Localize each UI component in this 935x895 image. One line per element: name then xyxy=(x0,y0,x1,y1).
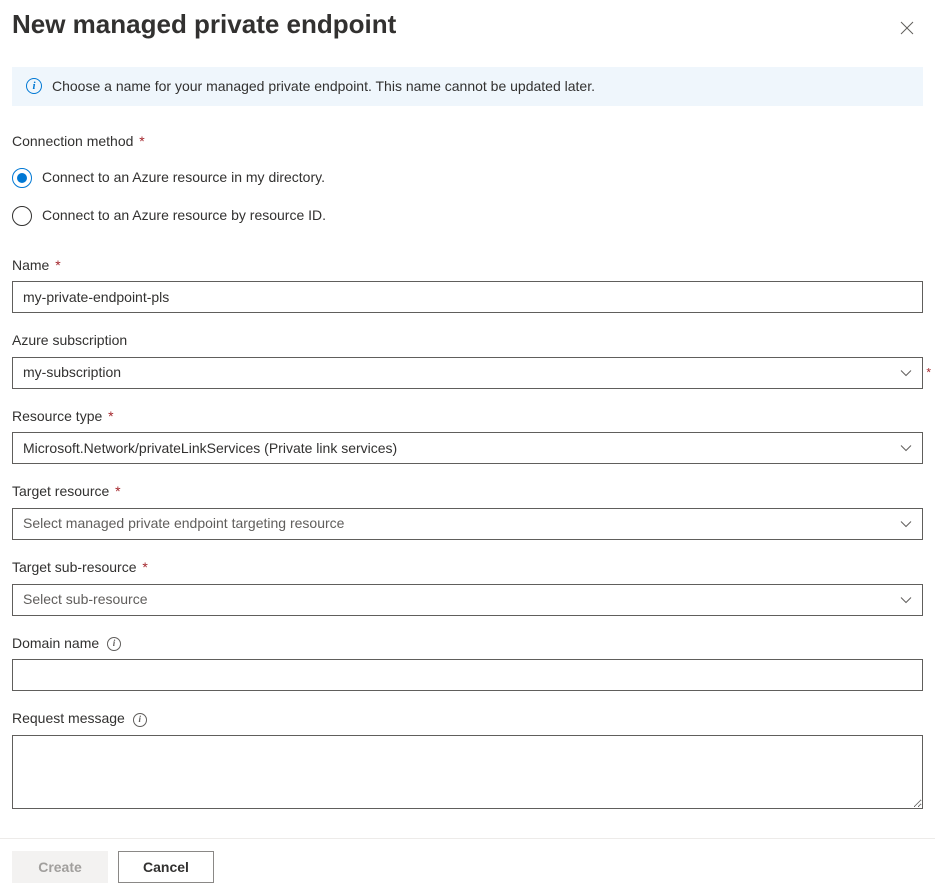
close-button[interactable] xyxy=(891,12,923,44)
target-sub-resource-field-group: Target sub-resource * Select sub-resourc… xyxy=(12,558,923,616)
target-resource-select[interactable]: Select managed private endpoint targetin… xyxy=(12,508,923,540)
request-message-input[interactable] xyxy=(12,735,923,809)
request-message-field-group: Request message i xyxy=(12,709,923,814)
target-sub-resource-label: Target sub-resource * xyxy=(12,558,923,578)
subscription-field-group: Azure subscription my-subscription * xyxy=(12,331,923,389)
resource-type-select[interactable]: Microsoft.Network/privateLinkServices (P… xyxy=(12,432,923,464)
panel-body: New managed private endpoint i Choose a … xyxy=(0,0,935,814)
required-marker: * xyxy=(51,257,60,273)
resource-type-field-group: Resource type * Microsoft.Network/privat… xyxy=(12,407,923,465)
radio-label: Connect to an Azure resource in my direc… xyxy=(42,168,325,188)
panel-header: New managed private endpoint xyxy=(12,4,923,67)
request-message-label: Request message i xyxy=(12,709,923,729)
info-banner-text: Choose a name for your managed private e… xyxy=(52,77,595,97)
name-input[interactable] xyxy=(12,281,923,313)
required-marker: * xyxy=(111,483,120,499)
info-icon[interactable]: i xyxy=(107,637,121,651)
info-icon[interactable]: i xyxy=(133,713,147,727)
chevron-down-icon xyxy=(900,518,912,530)
domain-name-label: Domain name i xyxy=(12,634,923,654)
target-resource-placeholder: Select managed private endpoint targetin… xyxy=(23,514,900,534)
radio-label: Connect to an Azure resource by resource… xyxy=(42,206,326,226)
subscription-value: my-subscription xyxy=(23,363,900,383)
name-field-group: Name * xyxy=(12,256,923,314)
required-marker: * xyxy=(104,408,113,424)
close-icon xyxy=(900,21,914,35)
chevron-down-icon xyxy=(900,367,912,379)
required-marker: * xyxy=(135,133,144,149)
target-resource-field-group: Target resource * Select managed private… xyxy=(12,482,923,540)
target-sub-resource-placeholder: Select sub-resource xyxy=(23,590,900,610)
target-resource-label: Target resource * xyxy=(12,482,923,502)
cancel-button[interactable]: Cancel xyxy=(118,851,214,883)
subscription-select[interactable]: my-subscription xyxy=(12,357,923,389)
create-button[interactable]: Create xyxy=(12,851,108,883)
subscription-label: Azure subscription xyxy=(12,331,923,351)
info-banner: i Choose a name for your managed private… xyxy=(12,67,923,107)
name-label: Name * xyxy=(12,256,923,276)
connection-method-group: Connection method * Connect to an Azure … xyxy=(12,132,923,226)
radio-button-checked xyxy=(12,168,32,188)
required-marker: * xyxy=(139,559,148,575)
domain-name-input[interactable] xyxy=(12,659,923,691)
resource-type-value: Microsoft.Network/privateLinkServices (P… xyxy=(23,439,900,459)
radio-option-directory[interactable]: Connect to an Azure resource in my direc… xyxy=(12,168,923,188)
required-marker: * xyxy=(926,364,931,381)
chevron-down-icon xyxy=(900,594,912,606)
radio-option-resource-id[interactable]: Connect to an Azure resource by resource… xyxy=(12,206,923,226)
target-sub-resource-select[interactable]: Select sub-resource xyxy=(12,584,923,616)
chevron-down-icon xyxy=(900,442,912,454)
radio-button-unchecked xyxy=(12,206,32,226)
domain-name-field-group: Domain name i xyxy=(12,634,923,692)
panel-footer: Create Cancel xyxy=(0,838,935,895)
info-icon: i xyxy=(26,78,42,94)
connection-method-label: Connection method * xyxy=(12,132,923,152)
panel-title: New managed private endpoint xyxy=(12,8,396,41)
new-managed-private-endpoint-panel: New managed private endpoint i Choose a … xyxy=(0,0,935,895)
resource-type-label: Resource type * xyxy=(12,407,923,427)
